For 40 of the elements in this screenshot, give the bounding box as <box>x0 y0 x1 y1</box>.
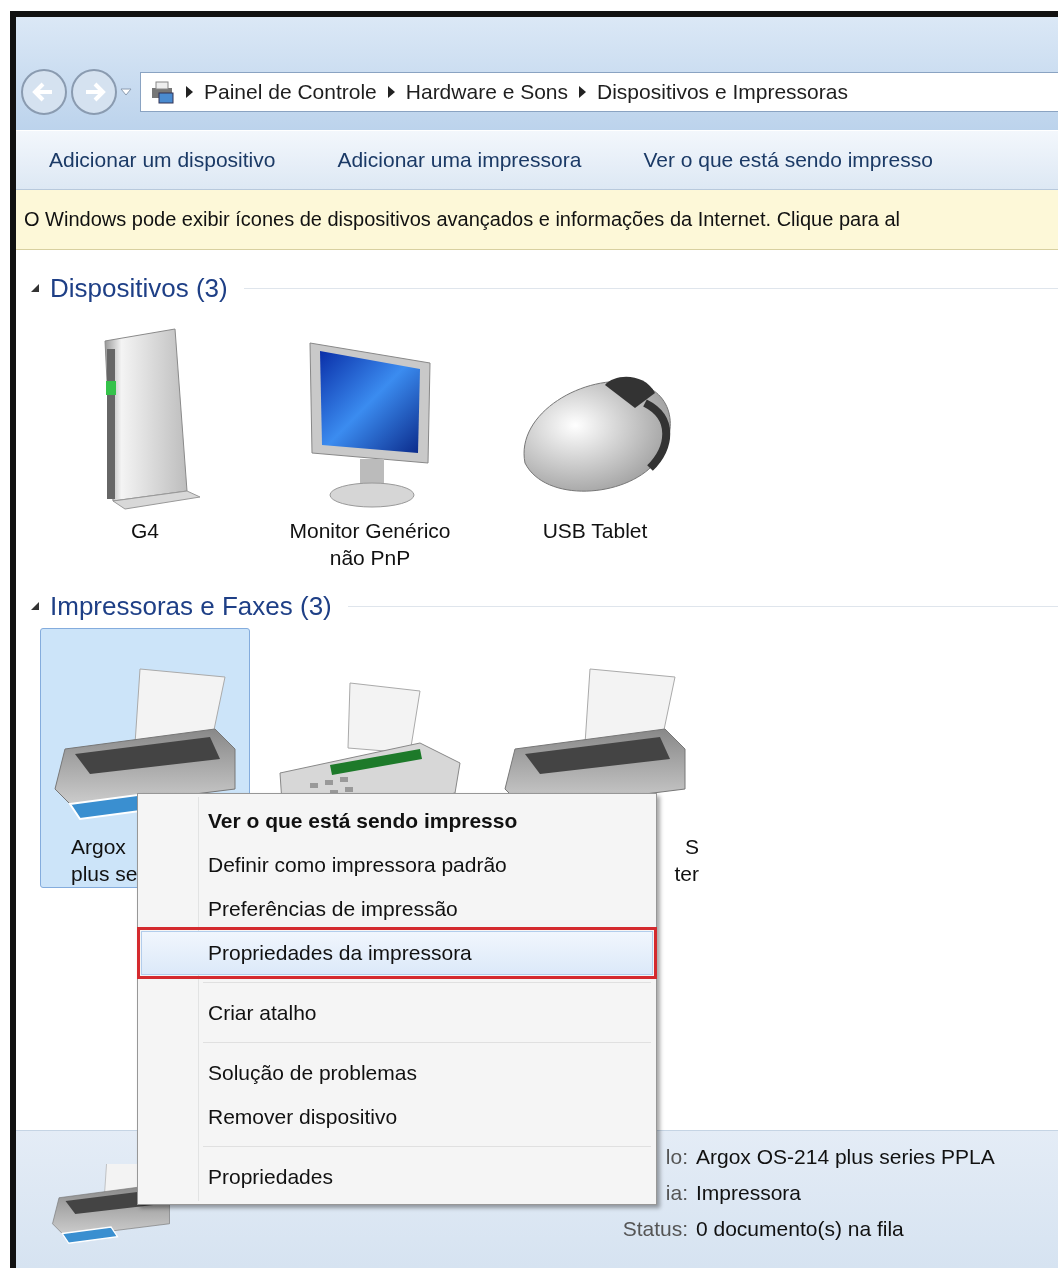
device-tile[interactable]: G4 <box>40 310 250 570</box>
breadcrumb-item[interactable]: Dispositivos e Impressoras <box>597 79 848 104</box>
field-label: ia: <box>664 1180 688 1206</box>
menu-item[interactable]: Propriedades <box>141 1155 653 1199</box>
device-label: G4 <box>131 518 159 544</box>
toolbar-button[interactable]: Adicionar um dispositivo <box>49 148 276 172</box>
device-label: não PnP <box>329 545 411 571</box>
device-label: Argox <box>71 834 126 860</box>
chevron-icon <box>185 84 194 99</box>
printer-folder-icon <box>149 78 175 105</box>
device-label: S <box>685 834 699 860</box>
device-tile[interactable]: USB Tablet <box>490 310 700 570</box>
breadcrumb-item[interactable]: Hardware e Sons <box>405 79 569 104</box>
menu-item[interactable]: Criar atalho <box>141 991 653 1035</box>
field-label: Status: <box>621 1216 688 1242</box>
toolbar-button[interactable]: Adicionar uma impressora <box>337 148 582 172</box>
toolbar-button[interactable]: Ver o que está sendo impresso <box>643 148 933 172</box>
collapse-arrow-icon[interactable] <box>30 283 40 293</box>
breadcrumb-item[interactable]: Painel de Controle <box>204 79 377 104</box>
back-button[interactable] <box>20 67 68 116</box>
chevron-icon <box>386 84 396 99</box>
device-tile[interactable]: Monitor Genérico não PnP <box>265 310 475 570</box>
field-value: 0 documento(s) na fila <box>696 1216 905 1242</box>
forward-button[interactable] <box>70 67 118 116</box>
group-header[interactable]: Dispositivos (3) <box>50 272 228 304</box>
menu-item[interactable]: Remover dispositivo <box>141 1095 653 1139</box>
device-label: USB Tablet <box>542 518 648 544</box>
group-header[interactable]: Impressoras e Faxes (3) <box>50 590 332 622</box>
dropdown-caret-icon[interactable] <box>120 86 132 97</box>
field-value: Argox OS-214 plus series PPLA <box>696 1144 995 1170</box>
device-label: plus se <box>71 861 138 887</box>
menu-item[interactable]: Preferências de impressão <box>141 887 653 931</box>
device-label: ter <box>674 861 699 887</box>
chevron-icon <box>578 84 588 99</box>
field-label: lo: <box>664 1144 688 1170</box>
menu-item[interactable]: Solução de problemas <box>141 1051 653 1095</box>
field-value: Impressora <box>696 1180 803 1206</box>
device-label: Monitor Genérico <box>289 518 451 544</box>
collapse-arrow-icon[interactable] <box>30 601 40 611</box>
address-bar[interactable]: Painel de Controle Hardware e Sons Dispositivos e Impressoras <box>140 71 1058 112</box>
